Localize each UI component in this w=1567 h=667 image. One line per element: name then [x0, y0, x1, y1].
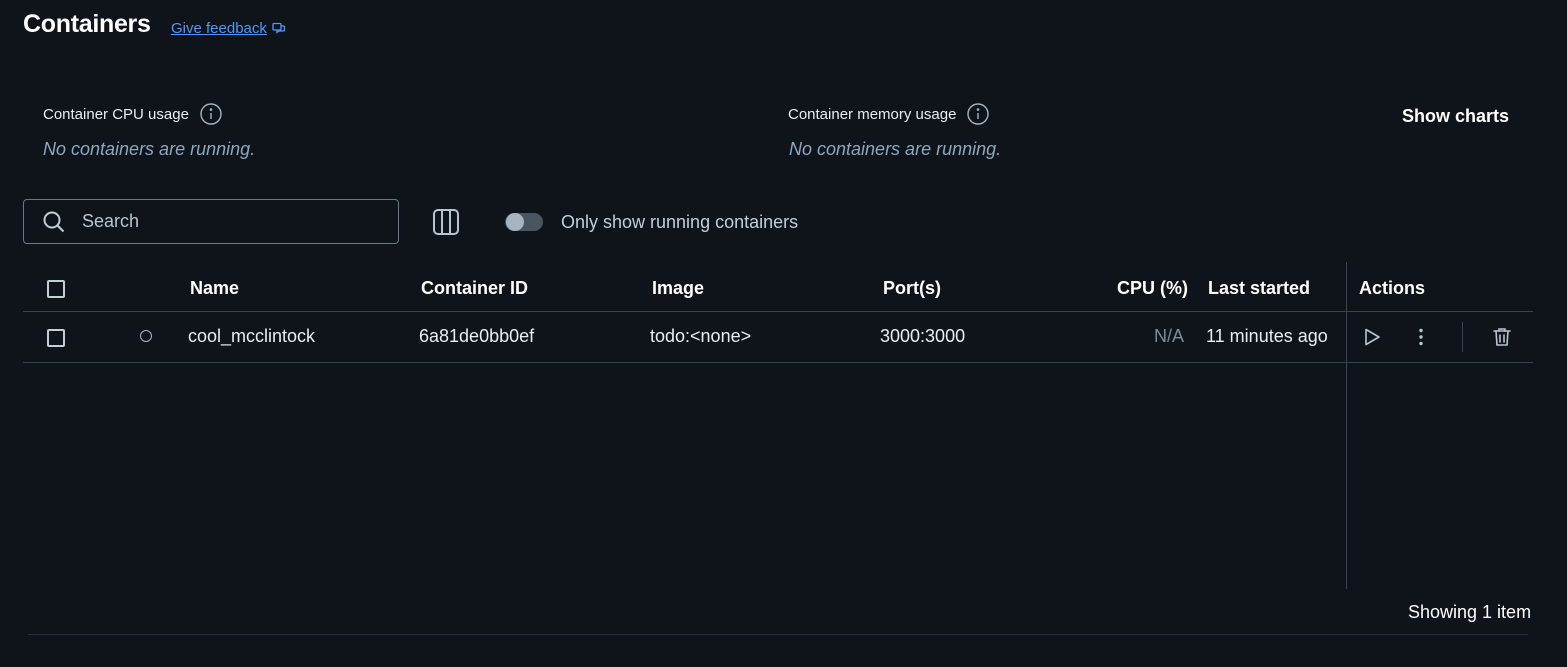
- cpu-usage-empty: No containers are running.: [43, 139, 256, 159]
- feedback-icon: [272, 22, 286, 34]
- column-header-last-started[interactable]: Last started: [1208, 278, 1310, 299]
- select-all-checkbox[interactable]: [47, 280, 65, 298]
- row-checkbox[interactable]: [47, 329, 65, 347]
- show-charts-button[interactable]: Show charts: [1402, 106, 1509, 127]
- search-icon: [43, 211, 65, 232]
- info-icon[interactable]: [200, 103, 222, 125]
- toggle-knob: [506, 213, 524, 231]
- running-only-toggle[interactable]: [505, 213, 543, 231]
- container-id: 6a81de0bb0ef: [419, 326, 535, 346]
- info-icon[interactable]: [967, 103, 990, 125]
- column-header-actions: Actions: [1359, 278, 1426, 298]
- column-header-name[interactable]: Name: [190, 278, 239, 299]
- container-image[interactable]: todo:<none>: [650, 326, 751, 347]
- more-options-icon[interactable]: [1410, 326, 1432, 348]
- running-only-label: Only show running containers: [561, 212, 799, 232]
- start-icon[interactable]: [1361, 326, 1383, 348]
- page-title: Containers: [23, 10, 151, 38]
- column-header-image[interactable]: Image: [652, 278, 704, 299]
- header-divider: [23, 311, 1533, 312]
- footer-divider: [28, 634, 1528, 635]
- actions-column-divider: [1346, 262, 1347, 589]
- give-feedback-label: Give feedback: [171, 20, 267, 37]
- container-ports: 3000:3000: [880, 326, 966, 346]
- cpu-usage-title: Container CPU usage: [43, 105, 189, 123]
- memory-usage-title: Container memory usage: [788, 105, 957, 123]
- memory-usage-empty: No containers are running.: [789, 139, 1002, 159]
- column-header-cpu[interactable]: CPU (%): [1117, 278, 1188, 299]
- search-input[interactable]: [80, 210, 384, 233]
- actions-separator: [1462, 322, 1463, 352]
- container-last-started: 11 minutes ago: [1206, 326, 1328, 346]
- give-feedback-link[interactable]: Give feedback: [171, 20, 286, 37]
- item-count: Showing 1 item: [1408, 602, 1532, 622]
- container-cpu: N/A: [1154, 326, 1185, 346]
- delete-icon[interactable]: [1491, 326, 1513, 348]
- column-header-ports[interactable]: Port(s): [883, 278, 941, 299]
- status-stopped-icon: [140, 330, 152, 342]
- search-field[interactable]: [23, 199, 399, 244]
- memory-usage-label: Container memory usage: [788, 103, 990, 125]
- cpu-usage-label: Container CPU usage: [43, 103, 222, 125]
- column-header-container-id[interactable]: Container ID: [421, 278, 528, 299]
- columns-icon[interactable]: [432, 208, 460, 236]
- row-divider: [23, 362, 1533, 363]
- container-name[interactable]: cool_mcclintock: [188, 326, 315, 347]
